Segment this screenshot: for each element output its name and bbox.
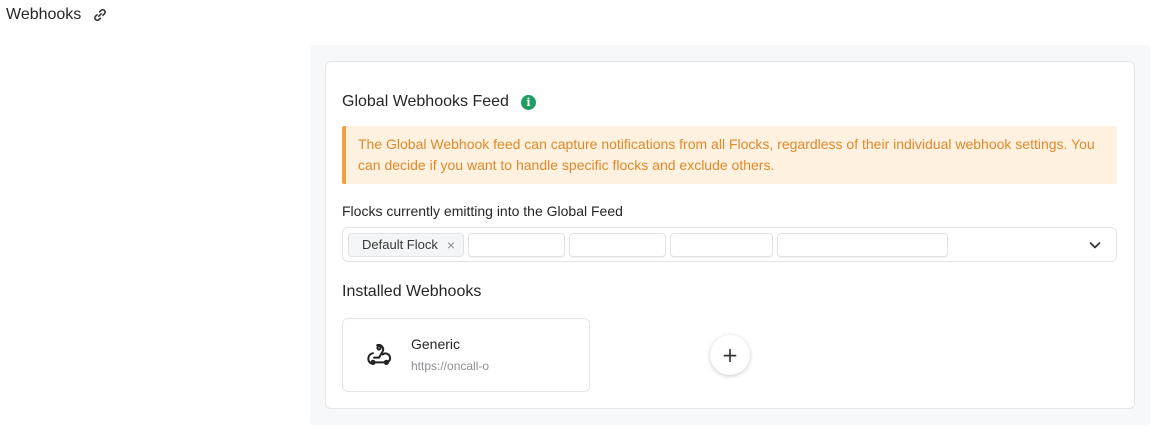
flock-chip xyxy=(468,232,566,257)
alert-text: The Global Webhook feed can capture noti… xyxy=(358,136,1095,173)
webhook-icon xyxy=(365,341,393,369)
flocks-field-label: Flocks currently emitting into the Globa… xyxy=(342,203,623,219)
remove-icon[interactable]: × xyxy=(447,237,455,253)
add-webhook-button[interactable]: + xyxy=(710,335,750,375)
flock-chip xyxy=(569,232,667,257)
flock-chip-label: Default Flock xyxy=(362,237,438,252)
webhook-name: Generic xyxy=(411,336,461,352)
global-feed-alert: The Global Webhook feed can capture noti… xyxy=(342,126,1117,184)
installed-webhooks-title: Installed Webhooks xyxy=(342,283,482,300)
global-feed-heading: Global Webhooks Feed i xyxy=(342,93,536,111)
chevron-down-icon[interactable] xyxy=(1088,238,1102,252)
link-icon[interactable] xyxy=(92,7,108,23)
webhook-card-generic[interactable]: Generic https://oncall-o xyxy=(342,318,590,392)
global-feed-card: Global Webhooks Feed i The Global Webhoo… xyxy=(325,61,1135,409)
webhook-url: https://oncall-o xyxy=(411,359,490,373)
flock-chip-default: Default Flock × xyxy=(348,232,465,257)
flocks-multiselect[interactable]: Default Flock × xyxy=(342,227,1117,262)
page-title: Webhooks xyxy=(6,6,82,23)
page-header: Webhooks xyxy=(6,4,108,26)
flock-chip xyxy=(670,232,774,257)
info-icon[interactable]: i xyxy=(520,94,536,110)
global-feed-title: Global Webhooks Feed xyxy=(342,93,509,110)
flock-chip xyxy=(777,232,949,257)
